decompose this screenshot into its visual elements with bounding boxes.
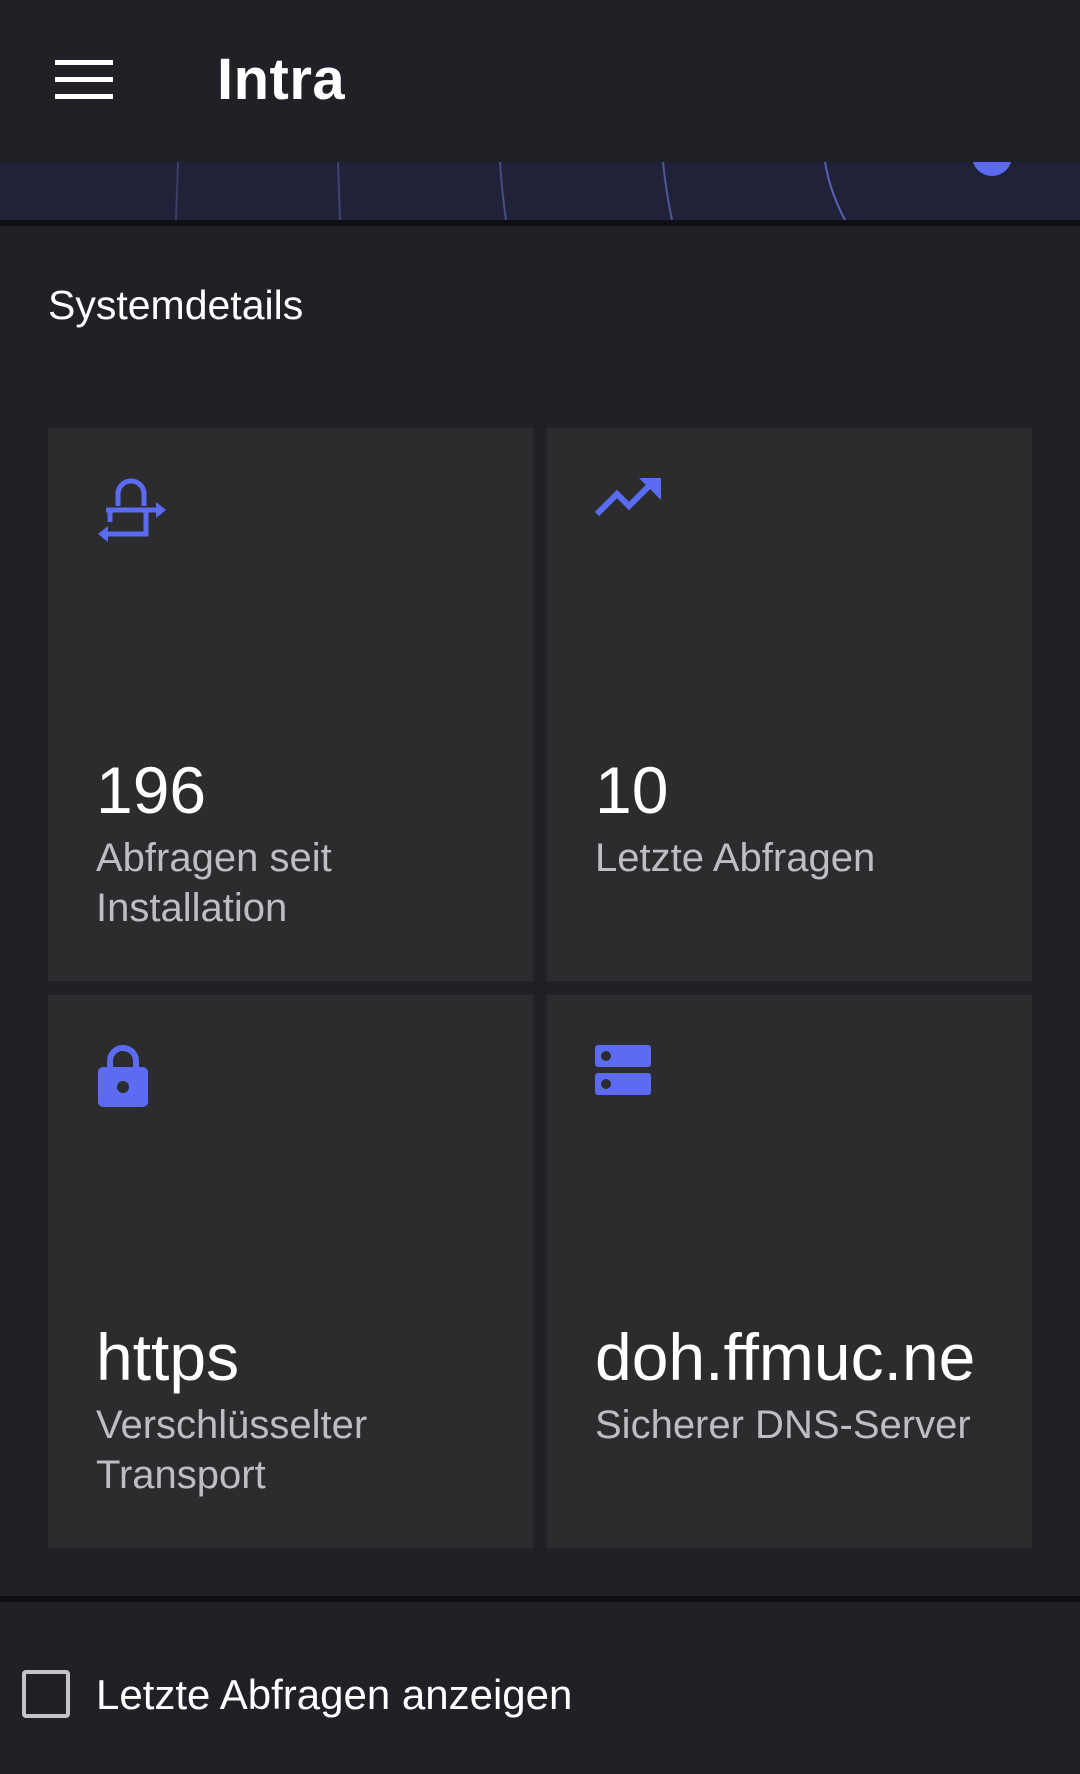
queries-total-value: 196 bbox=[96, 753, 207, 827]
card-queries-total: 196 Abfragen seit Installation bbox=[48, 428, 533, 981]
hero-graphic bbox=[0, 162, 1080, 220]
divider bbox=[0, 220, 1080, 226]
dns-server-value: doh.ffmuc.ne bbox=[595, 1320, 976, 1394]
recent-queries-value: 10 bbox=[595, 753, 669, 827]
transport-label: Verschlüsselter Transport bbox=[96, 1403, 368, 1497]
show-recent-label[interactable]: Letzte Abfragen anzeigen bbox=[96, 1668, 572, 1722]
show-recent-checkbox[interactable] bbox=[22, 1670, 70, 1718]
menu-icon bbox=[55, 60, 113, 99]
menu-button[interactable] bbox=[40, 40, 128, 120]
app-title: Intra bbox=[217, 47, 346, 112]
trending-up-icon bbox=[595, 478, 661, 517]
dns-server-label: Sicherer DNS-Server bbox=[595, 1403, 971, 1447]
card-transport: https Verschlüsselter Transport bbox=[48, 995, 533, 1548]
lock-transfer-icon bbox=[98, 478, 166, 542]
app-bar: Intra bbox=[0, 0, 1080, 162]
card-dns-server: doh.ffmuc.ne Sicherer DNS-Server bbox=[547, 995, 1032, 1548]
section-title: Systemdetails bbox=[48, 282, 304, 328]
lock-icon bbox=[98, 1045, 148, 1107]
card-recent-queries: 10 Letzte Abfragen bbox=[547, 428, 1032, 981]
transport-value: https bbox=[96, 1320, 240, 1394]
recent-queries-label: Letzte Abfragen bbox=[595, 836, 876, 880]
queries-total-label: Abfragen seit Installation bbox=[96, 836, 332, 930]
dns-icon bbox=[595, 1045, 651, 1095]
